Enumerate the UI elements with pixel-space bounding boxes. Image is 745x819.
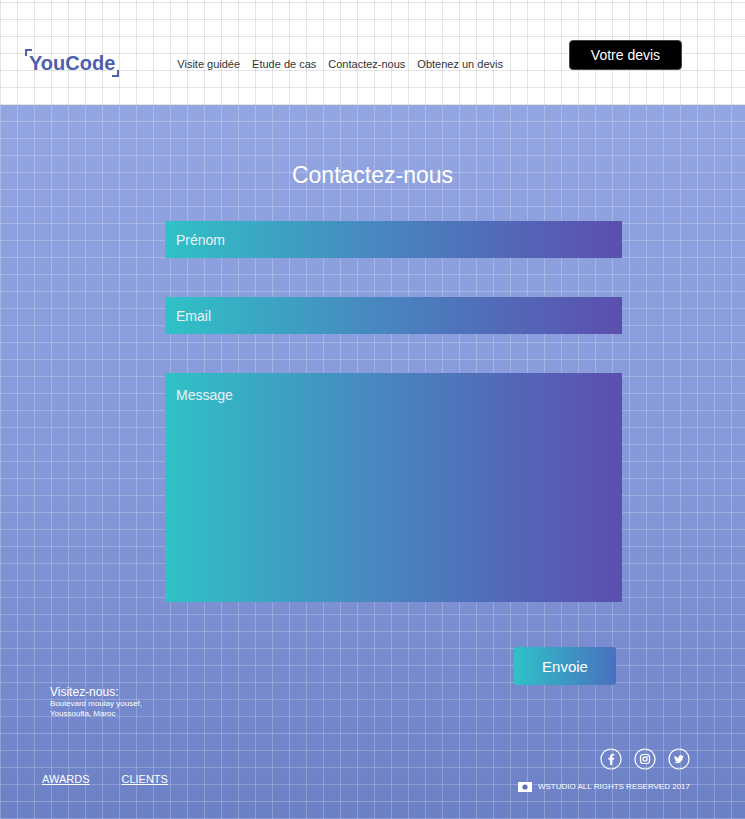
hero-photo: Contactez-nous Envoie Visitez-nous: Boul…: [0, 105, 745, 819]
footer-link[interactable]: AWARDS: [42, 772, 89, 786]
header: YouCode Visite guidée Etude de cas Contact…: [0, 0, 745, 105]
logo-corner-icon: [25, 49, 32, 56]
nav-item[interactable]: Visite guidée: [177, 57, 240, 71]
contact-form: Envoie: [165, 221, 622, 685]
nav-item[interactable]: Etude de cas: [252, 57, 316, 71]
contact-title: Contactez-nous: [0, 160, 745, 190]
visit-block: Visitez-nous: Boulevard moulay yousef,Yo…: [0, 685, 745, 719]
twitter-icon[interactable]: [668, 748, 690, 770]
quote-button[interactable]: Votre devis: [569, 40, 682, 70]
message-field[interactable]: [165, 373, 622, 602]
nav-item[interactable]: Contactez-nous: [328, 57, 405, 71]
footer-link[interactable]: CLIENTS: [121, 772, 167, 786]
footer-links: AWARDS CLIENTS: [42, 772, 168, 786]
footer: Visitez-nous: Boulevard moulay yousef,Yo…: [0, 685, 745, 793]
instagram-icon[interactable]: [634, 748, 656, 770]
social-links: [600, 748, 690, 770]
page: YouCode Visite guidée Etude de cas Contact…: [0, 0, 745, 819]
address-line: Boulevard moulay yousef,: [50, 699, 745, 709]
visit-title: Visitez-nous:: [50, 685, 745, 699]
camera-icon: [518, 782, 532, 792]
text-field[interactable]: [165, 221, 622, 258]
address-line: Youssoufia, Maroc: [50, 709, 745, 719]
copyright: WSTUDIO ALL RIGHTS RESERVED 2017: [518, 781, 690, 793]
text-field[interactable]: [165, 297, 622, 334]
nav: Visite guidée Etude de cas Contactez-nous O…: [177, 57, 503, 71]
footer-right: WSTUDIO ALL RIGHTS RESERVED 2017: [518, 748, 690, 793]
form-actions: Envoie: [165, 647, 622, 685]
logo[interactable]: YouCode: [25, 49, 119, 77]
logo-corner-icon: [112, 70, 119, 77]
submit-button[interactable]: Envoie: [514, 647, 616, 685]
facebook-icon[interactable]: [600, 748, 622, 770]
nav-item[interactable]: Obtenez un devis: [417, 57, 503, 71]
footer-bottom: AWARDS CLIENTS WSTUDIO ALL RIGHTS RESERVE…: [0, 748, 745, 793]
